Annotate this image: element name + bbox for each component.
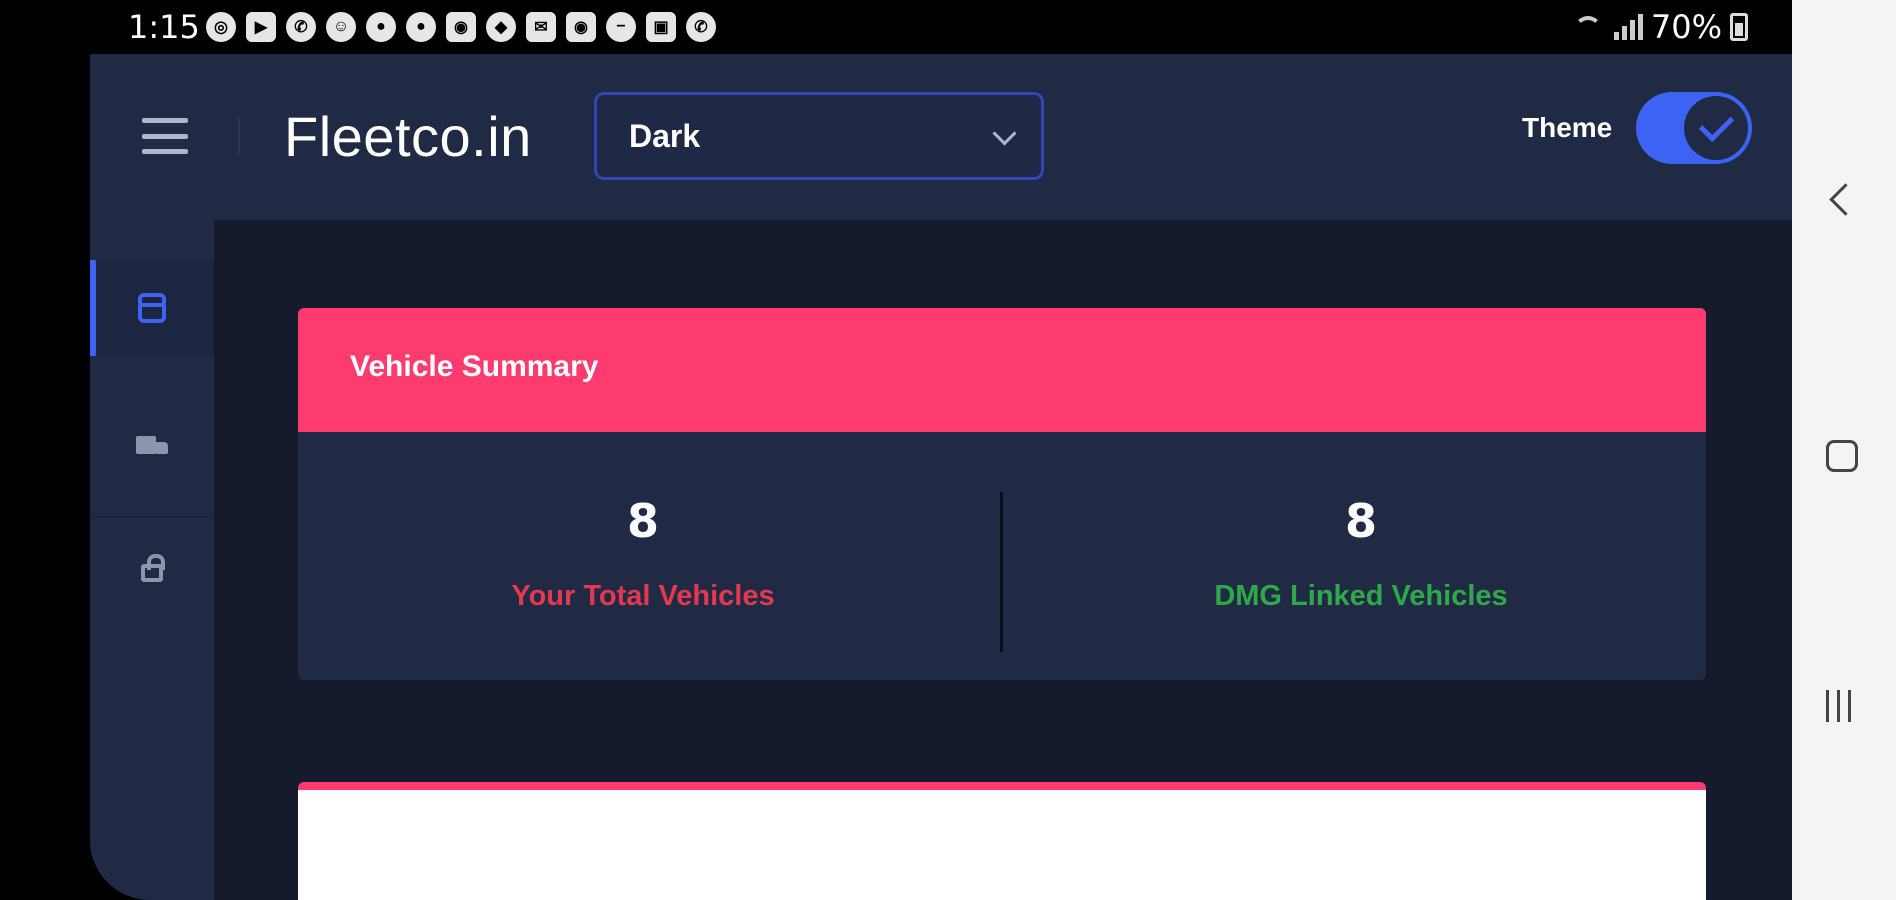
stat-label: DMG Linked Vehicles <box>1214 580 1508 612</box>
battery-icon <box>1730 13 1748 41</box>
minus-icon: − <box>606 12 636 42</box>
sidebar-item-dashboard[interactable] <box>90 260 214 356</box>
theme-toggle[interactable] <box>1636 92 1752 164</box>
reddit-icon: ● <box>366 12 396 42</box>
battery-percent: 70% <box>1650 8 1722 46</box>
system-nav-bar <box>1792 0 1896 900</box>
theme-select-value: Dark <box>629 117 701 154</box>
lock-icon <box>141 554 165 582</box>
home-icon[interactable] <box>1826 440 1858 472</box>
app-logo[interactable]: Fleetco.in <box>284 104 532 169</box>
side-rail <box>90 220 214 900</box>
back-icon[interactable] <box>1829 183 1862 216</box>
status-time: 1:15 <box>128 8 200 46</box>
sidebar-item-security[interactable] <box>90 520 214 616</box>
truck-icon <box>136 436 168 460</box>
reddit-icon: ● <box>406 12 436 42</box>
instagram-icon: ◉ <box>446 12 476 42</box>
secondary-card <box>298 782 1706 900</box>
mail-icon: ✉ <box>526 12 556 42</box>
card-header: Vehicle Summary <box>298 308 1706 432</box>
wifi-icon <box>1572 14 1606 40</box>
rail-divider <box>90 516 214 518</box>
theme-select[interactable]: Dark <box>594 92 1044 180</box>
stat-value: 8 <box>626 494 659 548</box>
gallery-icon: ▣ <box>646 12 676 42</box>
calendar-icon <box>138 293 166 323</box>
status-bar: 1:15 ◎ ▶ ✆ ☺ ● ● ◉ ◆ ✉ ◉ − ▣ ✆ 70% <box>0 0 1792 54</box>
card-title: Vehicle Summary <box>350 350 599 383</box>
maps-icon: ◆ <box>486 12 516 42</box>
vehicle-summary-card: Vehicle Summary 8 Your Total Vehicles 8 … <box>298 308 1706 680</box>
phone-icon: ✆ <box>686 12 716 42</box>
recent-apps-icon[interactable] <box>1826 690 1851 722</box>
menu-icon[interactable] <box>142 118 188 154</box>
chevron-down-icon <box>992 121 1017 146</box>
app-header: Fleetco.in Dark Theme <box>90 54 1792 220</box>
stat-total-vehicles[interactable]: 8 Your Total Vehicles <box>298 494 988 613</box>
instagram-icon: ◉ <box>566 12 596 42</box>
notification-icons: ◎ ▶ ✆ ☺ ● ● ◉ ◆ ✉ ◉ − ▣ ✆ <box>206 12 716 42</box>
stat-value: 8 <box>1344 494 1377 548</box>
chrome-icon: ◎ <box>206 12 236 42</box>
youtube-icon: ▶ <box>246 12 276 42</box>
status-right: 70% <box>1572 8 1748 46</box>
app-window: Fleetco.in Dark Theme Vehicle Summary 8 <box>90 54 1792 900</box>
stat-divider <box>1000 492 1003 652</box>
theme-label: Theme <box>1522 112 1613 143</box>
stat-dmg-linked-vehicles[interactable]: 8 DMG Linked Vehicles <box>1016 494 1706 613</box>
whatsapp-icon: ✆ <box>286 12 316 42</box>
sidebar-item-vehicles[interactable] <box>90 400 214 496</box>
snapchat-icon: ☺ <box>326 12 356 42</box>
signal-icon <box>1613 14 1643 40</box>
header-divider <box>238 118 240 154</box>
stat-label: Your Total Vehicles <box>511 580 775 612</box>
toggle-knob <box>1684 96 1748 160</box>
check-icon <box>1698 106 1734 142</box>
